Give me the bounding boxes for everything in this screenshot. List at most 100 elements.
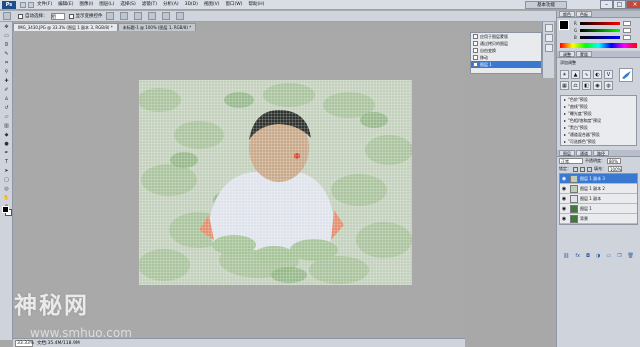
- align-top-icon[interactable]: [105, 12, 114, 20]
- layer-row[interactable]: ◉ 背景: [560, 214, 637, 224]
- tab-untitled-1[interactable]: 未标题-1 @ 100% (图层 1, RGB/8) *: [117, 23, 197, 31]
- history-panel-icon[interactable]: [545, 24, 553, 32]
- align-center-icon[interactable]: [161, 12, 170, 20]
- eye-icon[interactable]: ◉: [560, 196, 568, 202]
- move-tool-icon[interactable]: ✥: [2, 23, 11, 31]
- menu-layer[interactable]: 图层(L): [96, 0, 117, 10]
- blue-value[interactable]: [622, 35, 631, 40]
- bw-icon[interactable]: ◧: [582, 81, 591, 90]
- preset-item[interactable]: ▸ "通道混合器"预设: [561, 131, 636, 138]
- preset-item[interactable]: ▸ "可选颜色"预设: [561, 138, 636, 145]
- layer-row[interactable]: ◉ 图层 1 副本 2: [560, 184, 637, 194]
- hand-tool-icon[interactable]: ✋: [2, 194, 11, 202]
- history-item[interactable]: 自由变换: [471, 47, 541, 54]
- levels-icon[interactable]: ▲: [571, 70, 580, 79]
- bridge-icon[interactable]: [20, 1, 26, 8]
- move-tool-icon[interactable]: [3, 12, 11, 20]
- menu-window[interactable]: 窗口(W): [222, 0, 245, 10]
- fx-icon[interactable]: fx: [575, 253, 580, 259]
- preset-item[interactable]: ▸ "黑白"预设: [561, 124, 636, 131]
- align-middle-icon[interactable]: [119, 12, 128, 20]
- crop-tool-icon[interactable]: ⌗: [2, 59, 11, 67]
- brush-tool-icon[interactable]: ✐: [2, 86, 11, 94]
- new-group-icon[interactable]: ▭: [606, 253, 611, 259]
- tab-paths[interactable]: 路径: [593, 150, 609, 156]
- lasso-tool-icon[interactable]: ᘐ: [2, 41, 11, 49]
- blue-slider[interactable]: [579, 36, 620, 39]
- foreground-color-swatch[interactable]: [2, 206, 9, 213]
- menu-file[interactable]: 文件(F): [34, 0, 55, 10]
- history-item[interactable]: 移动: [471, 54, 541, 61]
- opacity-field[interactable]: 80%: [607, 158, 621, 164]
- marquee-tool-icon[interactable]: ▭: [2, 32, 11, 40]
- lock-pixels-icon[interactable]: [580, 166, 585, 172]
- photo-filter-icon[interactable]: ◉: [593, 81, 602, 90]
- layer-row[interactable]: ◉ 图层 1 副本: [560, 194, 637, 204]
- blur-tool-icon[interactable]: ◆: [2, 131, 11, 139]
- channel-mixer-icon[interactable]: ◍: [604, 81, 613, 90]
- close-icon[interactable]: ×: [626, 0, 640, 9]
- pen-tool-icon[interactable]: ✒: [2, 149, 11, 157]
- history-item-selected[interactable]: 图层 1: [471, 61, 541, 68]
- maximize-icon[interactable]: □: [613, 0, 626, 9]
- eye-icon[interactable]: ◉: [560, 206, 568, 212]
- menu-analysis[interactable]: 分析(A): [160, 0, 182, 10]
- red-slider[interactable]: [579, 22, 620, 25]
- add-mask-icon[interactable]: ◘: [586, 253, 590, 259]
- tab-img-3430[interactable]: IMG_3430.JPG @ 33.3% (图层 1 副本 3, RGB/8) …: [13, 23, 118, 31]
- document-canvas[interactable]: [139, 80, 412, 285]
- link-layers-icon[interactable]: ⛓: [563, 253, 569, 259]
- menu-image[interactable]: 图像(I): [76, 0, 96, 10]
- tab-channels[interactable]: 通道: [576, 150, 592, 156]
- curves-icon[interactable]: ∿: [582, 70, 591, 79]
- fg-color-chip[interactable]: [559, 20, 569, 30]
- green-slider[interactable]: [580, 29, 621, 32]
- vibrance-icon[interactable]: V: [604, 70, 613, 79]
- preset-item[interactable]: ▸ "曲线"预设: [561, 103, 636, 110]
- preset-item[interactable]: ▸ "曝光度"预设: [561, 110, 636, 117]
- new-layer-icon[interactable]: ❐: [617, 253, 621, 259]
- layer-row[interactable]: ◉ 图层 1: [560, 204, 637, 214]
- eye-icon[interactable]: ◉: [560, 176, 568, 182]
- lock-transparent-icon[interactable]: [573, 166, 578, 172]
- auto-select-checkbox[interactable]: [18, 13, 23, 19]
- color-balance-icon[interactable]: ⚖: [571, 81, 580, 90]
- align-left-icon[interactable]: [147, 12, 156, 20]
- actions-panel-icon[interactable]: [545, 34, 553, 42]
- shape-tool-icon[interactable]: ▢: [2, 176, 11, 184]
- exposure-icon[interactable]: ◐: [593, 70, 602, 79]
- adjustment-layer-icon[interactable]: ◑: [596, 253, 600, 259]
- clone-stamp-icon[interactable]: ♙: [2, 95, 11, 103]
- healing-brush-icon[interactable]: ✚: [2, 77, 11, 85]
- menu-view[interactable]: 视图(V): [201, 0, 223, 10]
- preset-item[interactable]: ▸ "色阶"预设: [561, 96, 636, 103]
- gradient-tool-icon[interactable]: ▥: [2, 122, 11, 130]
- dodge-tool-icon[interactable]: ●: [2, 140, 11, 148]
- tab-adjustments[interactable]: 调整: [559, 51, 575, 57]
- brightness-icon[interactable]: ☀: [560, 70, 569, 79]
- 3d-rotate-icon[interactable]: ◎: [2, 185, 11, 193]
- red-value[interactable]: [622, 21, 631, 26]
- eraser-tool-icon[interactable]: ▱: [2, 113, 11, 121]
- menu-filter[interactable]: 滤镜(T): [139, 0, 160, 10]
- quick-select-tool-icon[interactable]: ✎: [2, 50, 11, 58]
- tab-color[interactable]: 颜色: [559, 11, 575, 17]
- hue-sat-icon[interactable]: ▦: [560, 81, 569, 90]
- path-select-icon[interactable]: ➤: [2, 167, 11, 175]
- history-brush-icon[interactable]: ↺: [2, 104, 11, 112]
- tab-swatches[interactable]: 色板: [576, 11, 592, 17]
- history-item[interactable]: 通过拷贝的图层: [471, 40, 541, 47]
- layer-row-selected[interactable]: ◉ 图层 1 副本 3: [560, 174, 637, 184]
- blend-mode-dropdown[interactable]: 正常: [559, 158, 583, 164]
- show-transform-checkbox[interactable]: [68, 13, 74, 19]
- menu-3d[interactable]: 3D(D): [182, 0, 201, 10]
- lock-all-icon[interactable]: [587, 166, 592, 172]
- workspace-switcher[interactable]: 基本功能: [525, 1, 567, 9]
- auto-select-dropdown[interactable]: 组: [50, 12, 65, 20]
- trash-icon[interactable]: 🗑: [628, 253, 634, 259]
- tab-masks[interactable]: 蒙版: [576, 51, 592, 57]
- history-item[interactable]: 应用于图层蒙版: [471, 33, 541, 40]
- type-tool-icon[interactable]: T: [2, 158, 11, 166]
- color-spectrum[interactable]: [560, 43, 637, 48]
- green-value[interactable]: [623, 28, 632, 33]
